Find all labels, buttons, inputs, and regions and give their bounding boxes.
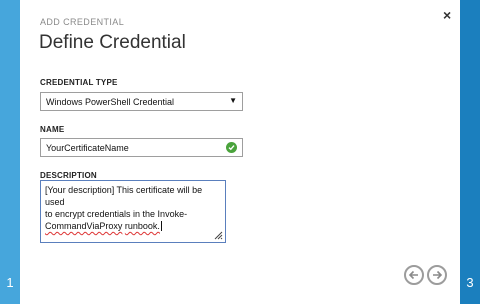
credential-type-label: CREDENTIAL TYPE (40, 78, 118, 87)
wizard-overline: ADD CREDENTIAL (40, 17, 125, 27)
description-line-2: to encrypt credentials in the Invoke- (45, 209, 188, 219)
description-line-1: [Your description] This certificate will… (45, 185, 203, 207)
name-value: YourCertificateName (46, 143, 129, 153)
description-line-3: CommandViaProxy runbook. (45, 220, 221, 232)
close-icon[interactable]: × (443, 7, 451, 23)
caret-down-icon: ▼ (229, 96, 237, 105)
spellcheck-word: runbook. (124, 221, 160, 231)
name-input[interactable]: YourCertificateName (40, 138, 243, 157)
left-step-rail: 1 (0, 0, 20, 304)
description-label: DESCRIPTION (40, 171, 97, 180)
back-button[interactable] (404, 265, 424, 285)
page-title: Define Credential (39, 32, 186, 53)
step-number-left: 1 (6, 275, 14, 290)
credential-type-select[interactable]: Windows PowerShell Credential ▼ (40, 92, 243, 111)
resize-grip-icon[interactable] (214, 231, 223, 240)
check-circle-icon (226, 142, 237, 153)
next-button[interactable] (427, 265, 447, 285)
name-label: NAME (40, 125, 65, 134)
description-textarea[interactable]: [Your description] This certificate will… (40, 180, 226, 243)
right-step-rail: 3 (460, 0, 480, 304)
text-cursor (160, 221, 162, 231)
credential-type-value: Windows PowerShell Credential (46, 97, 175, 107)
spellcheck-word: CommandViaProxy (45, 221, 123, 231)
step-number-right: 3 (466, 275, 474, 290)
arrow-right-circle-icon (433, 270, 443, 280)
arrow-left-circle-icon (408, 270, 418, 280)
